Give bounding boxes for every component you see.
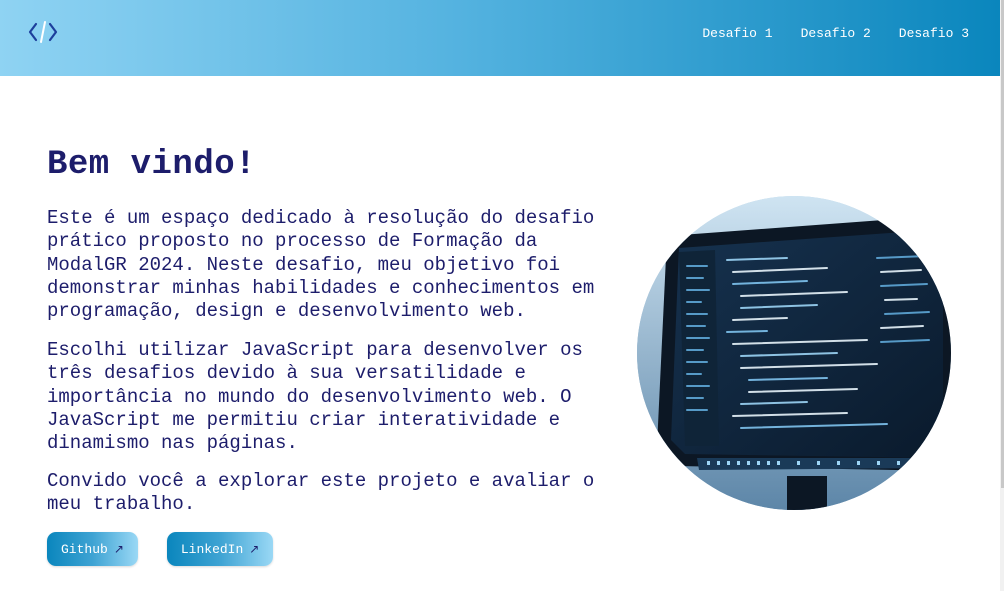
- paragraph-text: Este é um espaço dedicado à resolução do…: [47, 207, 595, 323]
- paragraph-text: Escolhi utilizar JavaScript para desenvo…: [47, 339, 583, 455]
- social-buttons: Github ↗ LinkedIn ↗: [47, 532, 274, 566]
- linkedin-button[interactable]: LinkedIn ↗: [166, 532, 274, 566]
- github-button[interactable]: Github ↗: [47, 532, 138, 566]
- code-editor-monitor-image: [637, 196, 951, 510]
- code-icon[interactable]: [27, 18, 59, 46]
- github-button-label: Github: [61, 541, 108, 557]
- linkedin-button-label: LinkedIn: [180, 541, 244, 557]
- arrow-up-right-icon: ↗: [113, 542, 124, 556]
- top-header: Desafio 1 Desafio 2 Desafio 3: [0, 0, 1000, 76]
- main-nav: Desafio 1 Desafio 2 Desafio 3: [702, 26, 969, 41]
- nav-desafio-3[interactable]: Desafio 3: [899, 26, 969, 41]
- arrow-up-right-icon: ↗: [249, 542, 260, 556]
- nav-desafio-2[interactable]: Desafio 2: [801, 26, 871, 41]
- scrollbar[interactable]: [1000, 0, 1004, 591]
- page-title: Bem vindo!: [47, 146, 257, 184]
- nav-desafio-1[interactable]: Desafio 1: [702, 26, 772, 41]
- intro-paragraph-3: Convido você a explorar este projeto e a…: [47, 470, 625, 517]
- intro-paragraph-2: Escolhi utilizar JavaScript para desenvo…: [47, 339, 625, 455]
- intro-paragraph-1: Este é um espaço dedicado à resolução do…: [47, 207, 625, 323]
- page: Desafio 1 Desafio 2 Desafio 3 Bem vindo!…: [0, 0, 1004, 591]
- paragraph-text: Convido você a explorar este projeto e a…: [47, 470, 595, 516]
